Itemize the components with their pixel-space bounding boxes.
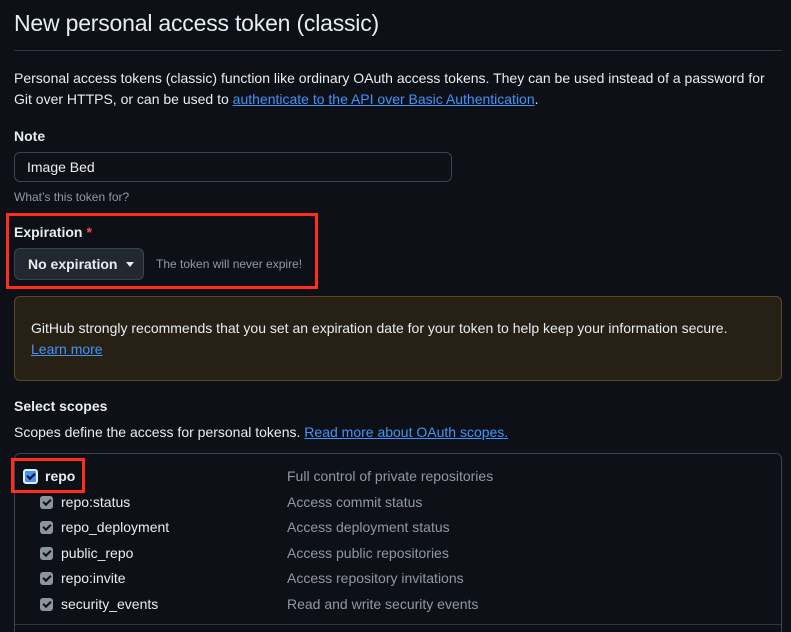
- scope-description: Access commit status: [287, 494, 423, 510]
- scope-description: Read and write security events: [287, 596, 479, 612]
- scopes-table: repo Full control of private repositorie…: [14, 453, 782, 632]
- repo-status-checkbox[interactable]: [40, 495, 53, 509]
- note-label: Note: [14, 128, 46, 144]
- checkmark-icon: [41, 547, 52, 557]
- learn-more-link[interactable]: Learn more: [31, 341, 103, 357]
- scope-row-repo-invite: repo:invite: [40, 568, 126, 588]
- chevron-down-icon: [126, 262, 135, 267]
- expiration-note: The token will never expire!: [156, 257, 303, 271]
- scope-description: Full control of private repositories: [287, 468, 494, 484]
- checkmark-icon: [41, 496, 52, 506]
- scope-row-security-events: security_events: [40, 594, 158, 614]
- required-asterisk: *: [86, 224, 92, 240]
- expiration-selected-value: No expiration: [28, 256, 118, 272]
- scope-row-repo-status: repo:status: [40, 492, 130, 512]
- checkmark-icon: [41, 598, 52, 608]
- token-form-page: New personal access token (classic) Pers…: [0, 0, 791, 632]
- title-divider: [14, 50, 782, 51]
- warning-text: GitHub strongly recommends that you set …: [31, 320, 728, 336]
- table-divider: [15, 624, 781, 625]
- scope-name: repo_deployment: [61, 519, 170, 535]
- public-repo-checkbox[interactable]: [40, 546, 53, 560]
- repo-deployment-checkbox[interactable]: [40, 520, 53, 534]
- intro-paragraph: Personal access tokens (classic) functio…: [14, 68, 784, 110]
- scope-description: Access public repositories: [287, 545, 449, 561]
- scope-name: public_repo: [61, 545, 134, 561]
- checkmark-icon: [41, 521, 52, 531]
- scopes-description: Scopes define the access for personal to…: [14, 424, 508, 440]
- note-help-text: What’s this token for?: [14, 190, 130, 204]
- repo-highlight-box: [11, 458, 85, 493]
- page-title: New personal access token (classic): [14, 10, 379, 36]
- scope-name: repo:status: [61, 494, 131, 510]
- note-input[interactable]: [14, 152, 452, 182]
- security-events-checkbox[interactable]: [40, 597, 53, 611]
- scope-row-public-repo: public_repo: [40, 543, 133, 563]
- expiration-label: Expiration *: [14, 224, 92, 240]
- expiration-label-text: Expiration: [14, 224, 83, 240]
- scope-name: repo:invite: [61, 570, 126, 586]
- scope-description: Access deployment status: [287, 519, 450, 535]
- repo-invite-checkbox[interactable]: [40, 571, 53, 585]
- checkmark-icon: [41, 572, 52, 582]
- scope-description: Access repository invitations: [287, 570, 464, 586]
- scopes-label: Select scopes: [14, 398, 108, 414]
- scope-row-repo-deployment: repo_deployment: [40, 517, 169, 537]
- oauth-scopes-link[interactable]: Read more about OAuth scopes.: [304, 424, 508, 440]
- scopes-description-text: Scopes define the access for personal to…: [14, 424, 301, 440]
- expiration-warning-banner: GitHub strongly recommends that you set …: [14, 296, 782, 381]
- intro-end: .: [534, 91, 539, 107]
- scope-name: security_events: [61, 596, 159, 612]
- expiration-dropdown-button[interactable]: No expiration: [14, 248, 144, 280]
- basic-auth-link[interactable]: authenticate to the API over Basic Authe…: [233, 91, 535, 107]
